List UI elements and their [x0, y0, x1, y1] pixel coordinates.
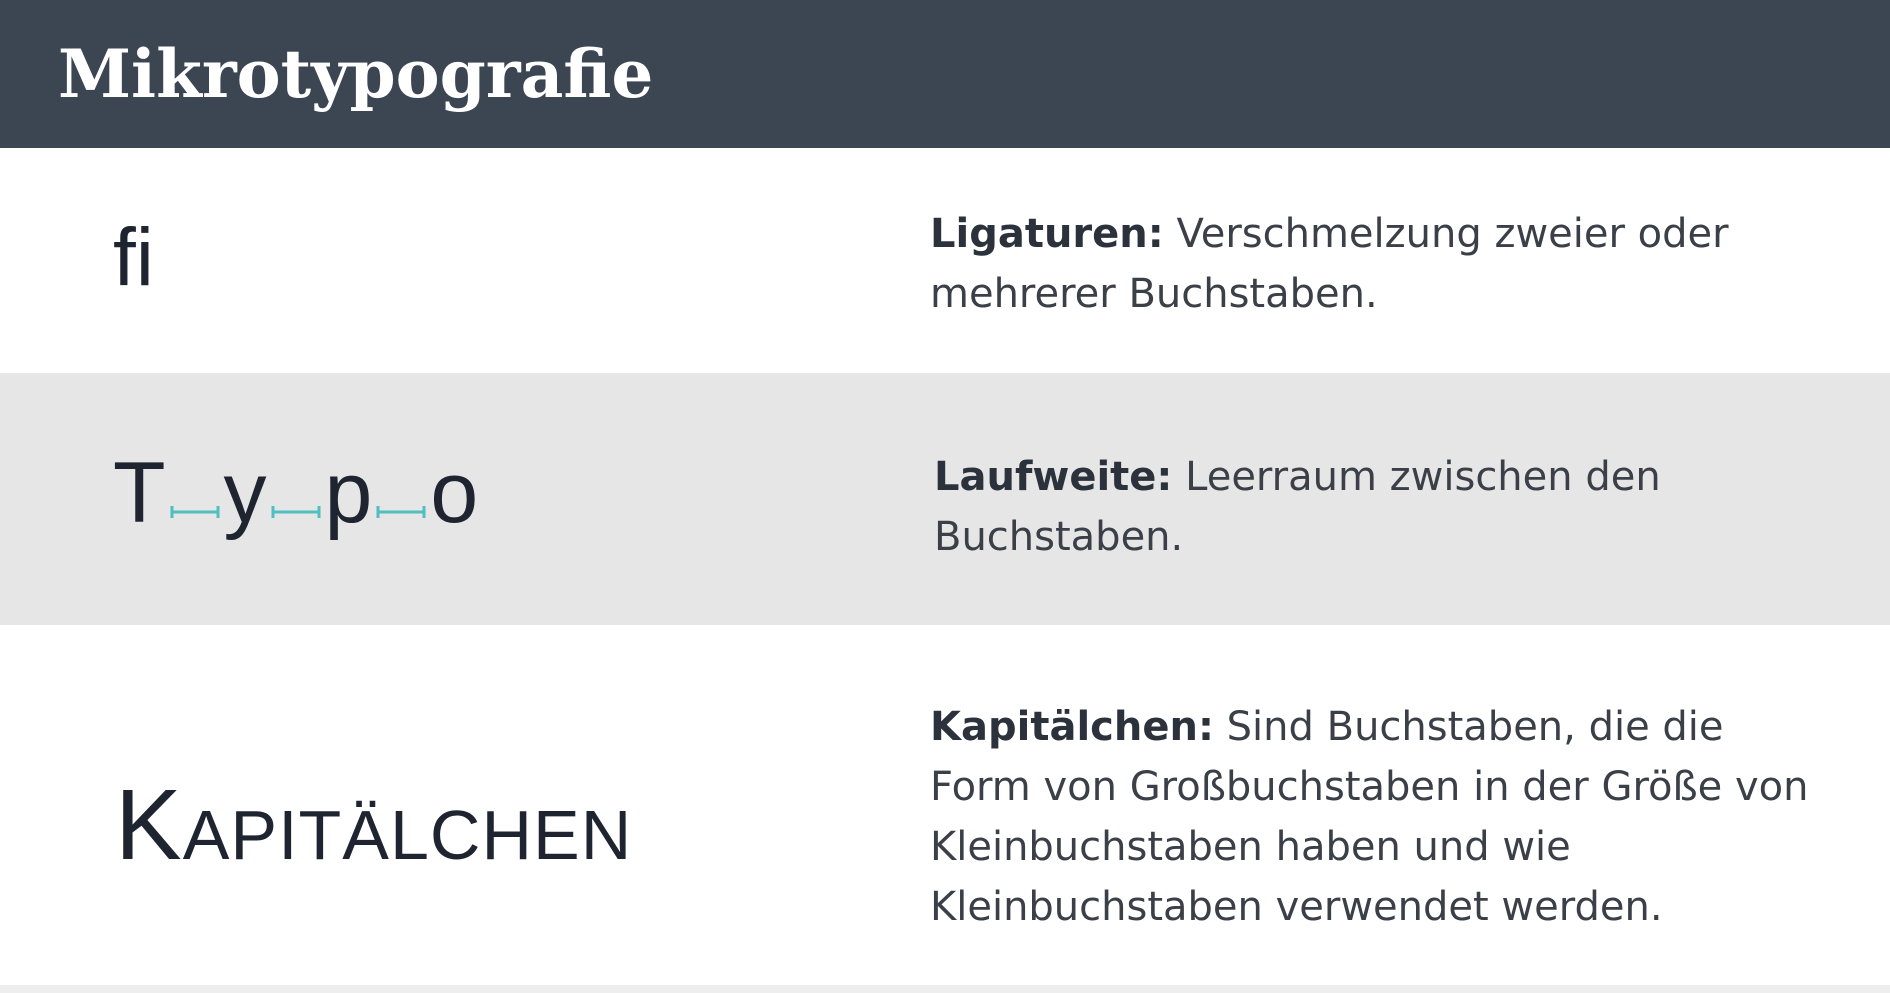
row-kapitaelchen: Kapitälchen Kapitälchen: Sind Buchstaben… [0, 625, 1890, 993]
header-bar: Mikrotypografie [0, 0, 1890, 148]
bottom-divider [0, 985, 1890, 993]
tracking-description: Laufweite: Leerraum zwischen den Buchsta… [934, 447, 1814, 567]
small-caps-description: Kapitälchen: Sind Buchstaben, die die Fo… [930, 697, 1810, 937]
ligature-term: Ligaturen: [930, 211, 1164, 257]
ligature-description: Ligaturen: Verschmelzung zweier oder meh… [930, 204, 1810, 324]
page-title: Mikrotypografie [58, 35, 654, 113]
row-laufweite: T y p o Laufweite: Leerraum zwischen den… [0, 373, 1890, 625]
tracking-gap-icon [170, 502, 220, 522]
tracking-letter-y: y [223, 445, 267, 541]
tracking-term: Laufweite: [934, 454, 1173, 500]
tracking-letter-t: T [113, 445, 166, 541]
tracking-sample: T y p o [113, 443, 478, 543]
small-caps-term: Kapitälchen: [930, 704, 1214, 750]
tracking-letter-p: p [324, 445, 373, 541]
tracking-gap-icon [271, 502, 321, 522]
tracking-gap-icon [376, 502, 426, 522]
ligature-sample: fi [113, 212, 154, 303]
row-ligaturen: fi Ligaturen: Verschmelzung zweier oder … [0, 148, 1890, 373]
tracking-letter-o: o [430, 445, 479, 541]
small-caps-sample: Kapitälchen [115, 769, 633, 881]
